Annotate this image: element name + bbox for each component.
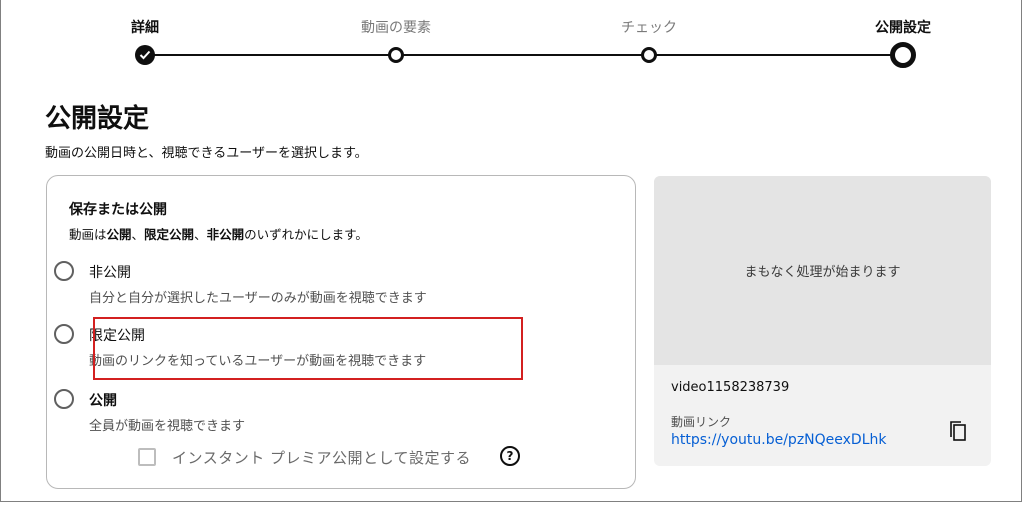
processing-status: まもなく処理が始まります [744,265,901,280]
step-dot-visibility[interactable] [890,42,916,68]
video-filename: video1158238739 [671,380,790,395]
video-preview-panel: まもなく処理が始まります video1158238739 動画リンク https… [654,176,991,466]
help-glyph: ? [506,449,514,463]
video-link[interactable]: https://youtu.be/pzNQeexDLhk [671,432,887,448]
desc-unlisted: 限定公開 [144,227,195,242]
step-label-checks[interactable]: チェック [621,17,677,37]
stepper-line [145,54,903,56]
step-dot-elements[interactable] [388,47,404,63]
desc-public: 公開 [106,227,132,242]
desc-sep-1: 、 [131,227,145,242]
video-link-label: 動画リンク [671,415,732,429]
help-icon[interactable]: ? [500,446,520,466]
desc-suffix: のいずれかにします。 [244,227,368,242]
desc-private: 非公開 [206,227,245,242]
radio-private[interactable] [54,261,74,281]
copy-icon[interactable] [949,420,967,442]
desc-prefix: 動画は [69,227,107,242]
card-description: 動画は公開、限定公開、非公開のいずれかにします。 [69,224,368,243]
premiere-label: インスタント プレミア公開として設定する [172,449,472,467]
option-private-description: 自分と自分が選択したユーザーのみが動画を視聴できます [89,291,427,306]
page-subtitle: 動画の公開日時と、視聴できるユーザーを選択します。 [45,146,368,161]
radio-public[interactable] [54,389,74,409]
checkmark-icon [139,50,151,60]
upload-stepper: 詳細 動画の要素 チェック 公開設定 [0,0,1024,80]
option-public-description: 全員が動画を視聴できます [89,419,246,434]
step-label-visibility[interactable]: 公開設定 [875,17,931,37]
card-title: 保存または公開 [69,202,167,218]
page-title: 公開設定 [45,104,150,134]
option-public-label: 公開 [89,393,117,409]
step-label-elements[interactable]: 動画の要素 [361,17,431,37]
video-thumbnail-area: まもなく処理が始まります [654,176,991,365]
selection-highlight [93,317,523,380]
radio-unlisted[interactable] [54,324,74,344]
premiere-checkbox[interactable] [138,448,156,466]
step-dot-checks[interactable] [641,47,657,63]
step-label-details[interactable]: 詳細 [131,17,159,37]
desc-sep-2: 、 [194,227,207,242]
option-private-label: 非公開 [89,265,131,281]
step-dot-details[interactable] [135,45,155,65]
